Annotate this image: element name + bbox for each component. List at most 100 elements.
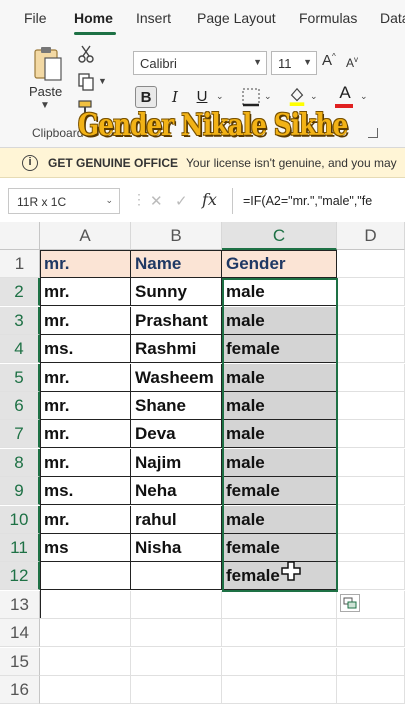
row-header-13[interactable]: 13 xyxy=(0,590,40,619)
empty-cell[interactable] xyxy=(222,619,337,648)
table-cell[interactable]: male xyxy=(222,363,337,392)
empty-cell[interactable] xyxy=(337,392,405,420)
empty-cell[interactable] xyxy=(337,278,405,307)
tab-data[interactable]: Data xyxy=(380,10,405,26)
empty-cell[interactable] xyxy=(40,590,131,619)
table-cell[interactable]: female xyxy=(222,335,337,364)
fill-color-dropdown-icon[interactable]: ⌄ xyxy=(310,91,318,102)
cancel-icon[interactable]: ✕ xyxy=(150,192,163,210)
table-cell[interactable]: female xyxy=(222,534,337,562)
empty-cell[interactable] xyxy=(337,363,405,392)
empty-cell[interactable] xyxy=(337,534,405,562)
table-cell[interactable]: female xyxy=(222,562,337,591)
tab-home[interactable]: Home xyxy=(74,10,113,26)
paste-dropdown-icon[interactable]: ▼ xyxy=(40,100,50,111)
tab-file[interactable]: File xyxy=(24,10,47,26)
table-cell[interactable]: male xyxy=(222,448,337,477)
empty-cell[interactable] xyxy=(337,505,405,534)
empty-cell[interactable] xyxy=(337,619,405,648)
copy-icon[interactable] xyxy=(76,72,96,92)
bold-button[interactable]: B xyxy=(135,86,157,108)
table-cell[interactable]: Neha xyxy=(131,477,222,506)
underline-button[interactable]: U xyxy=(191,86,213,108)
empty-cell[interactable] xyxy=(131,676,222,704)
copy-dropdown-icon[interactable]: ▼ xyxy=(98,76,107,86)
paste-icon[interactable] xyxy=(32,44,64,84)
empty-cell[interactable] xyxy=(337,477,405,506)
table-cell[interactable]: female xyxy=(222,477,337,506)
empty-cell[interactable] xyxy=(40,619,131,648)
empty-cell[interactable] xyxy=(337,676,405,704)
row-header-6[interactable]: 6 xyxy=(0,392,40,420)
tab-insert[interactable]: Insert xyxy=(136,10,171,26)
tab-formulas[interactable]: Formulas xyxy=(299,10,357,26)
empty-cell[interactable] xyxy=(337,420,405,449)
row-header-5[interactable]: 5 xyxy=(0,363,40,392)
table-cell[interactable]: mr. xyxy=(40,420,131,449)
table-cell[interactable]: Washeem xyxy=(131,363,222,392)
empty-cell[interactable] xyxy=(40,676,131,704)
empty-cell[interactable] xyxy=(222,590,337,619)
row-header-8[interactable]: 8 xyxy=(0,448,40,477)
table-cell[interactable]: Prashant xyxy=(131,306,222,335)
borders-icon[interactable] xyxy=(241,87,261,107)
quick-analysis-icon[interactable] xyxy=(340,594,360,612)
table-cell[interactable]: mr. xyxy=(40,392,131,420)
table-cell[interactable] xyxy=(131,562,222,591)
table-cell[interactable]: ms xyxy=(40,534,131,562)
table-cell[interactable]: mr. xyxy=(40,448,131,477)
empty-cell[interactable] xyxy=(337,250,405,278)
font-color-dropdown-icon[interactable]: ⌄ xyxy=(360,91,368,102)
empty-cell[interactable] xyxy=(337,306,405,335)
empty-cell[interactable] xyxy=(337,335,405,364)
tab-page-layout[interactable]: Page Layout xyxy=(197,10,276,26)
table-cell[interactable]: ms. xyxy=(40,335,131,364)
empty-cell[interactable] xyxy=(337,647,405,676)
select-all-corner[interactable] xyxy=(0,222,40,250)
empty-cell[interactable] xyxy=(337,562,405,591)
row-header-16[interactable]: 16 xyxy=(0,676,40,704)
table-cell[interactable]: male xyxy=(222,392,337,420)
header-cell-c[interactable]: Gender xyxy=(222,250,337,278)
font-dialog-launcher-icon[interactable] xyxy=(368,128,378,138)
table-cell[interactable]: rahul xyxy=(131,505,222,534)
table-cell[interactable]: mr. xyxy=(40,505,131,534)
table-cell[interactable]: mr. xyxy=(40,363,131,392)
row-header-15[interactable]: 15 xyxy=(0,647,40,676)
empty-cell[interactable] xyxy=(131,590,222,619)
column-header-d[interactable]: D xyxy=(337,222,405,250)
underline-dropdown-icon[interactable]: ⌄ xyxy=(216,91,224,102)
insert-function-button[interactable]: fx xyxy=(202,190,217,209)
column-header-a[interactable]: A xyxy=(40,222,131,250)
table-cell[interactable]: male xyxy=(222,278,337,307)
fill-color-icon[interactable] xyxy=(287,86,307,106)
table-cell[interactable]: Sunny xyxy=(131,278,222,307)
row-header-7[interactable]: 7 xyxy=(0,420,40,449)
font-size-select[interactable]: 11 ▼ xyxy=(271,51,317,75)
table-cell[interactable]: Nisha xyxy=(131,534,222,562)
table-cell[interactable]: mr. xyxy=(40,306,131,335)
formula-input[interactable]: =IF(A2="mr.","male","fe xyxy=(232,188,405,214)
table-cell[interactable]: Rashmi xyxy=(131,335,222,364)
table-cell[interactable]: male xyxy=(222,505,337,534)
row-header-10[interactable]: 10 xyxy=(0,505,40,534)
row-header-1[interactable]: 1 xyxy=(0,250,40,278)
enter-icon[interactable]: ✓ xyxy=(175,192,188,210)
table-cell[interactable]: male xyxy=(222,420,337,449)
italic-button[interactable]: I xyxy=(164,86,186,108)
table-cell[interactable]: Deva xyxy=(131,420,222,449)
font-color-icon[interactable]: A xyxy=(334,82,356,104)
row-header-2[interactable]: 2 xyxy=(0,278,40,307)
name-box[interactable]: 11R x 1C ⌄ xyxy=(8,188,120,214)
font-name-select[interactable]: Calibri ▼ xyxy=(133,51,267,75)
table-cell[interactable]: Najim xyxy=(131,448,222,477)
row-header-9[interactable]: 9 xyxy=(0,477,40,506)
table-cell[interactable]: male xyxy=(222,306,337,335)
increase-font-size-icon[interactable]: A^ xyxy=(322,52,336,69)
table-cell[interactable]: Shane xyxy=(131,392,222,420)
paste-button[interactable]: Paste xyxy=(29,84,62,99)
table-cell[interactable]: ms. xyxy=(40,477,131,506)
row-header-12[interactable]: 12 xyxy=(0,562,40,591)
row-header-4[interactable]: 4 xyxy=(0,335,40,364)
header-cell-b[interactable]: Name xyxy=(131,250,222,278)
